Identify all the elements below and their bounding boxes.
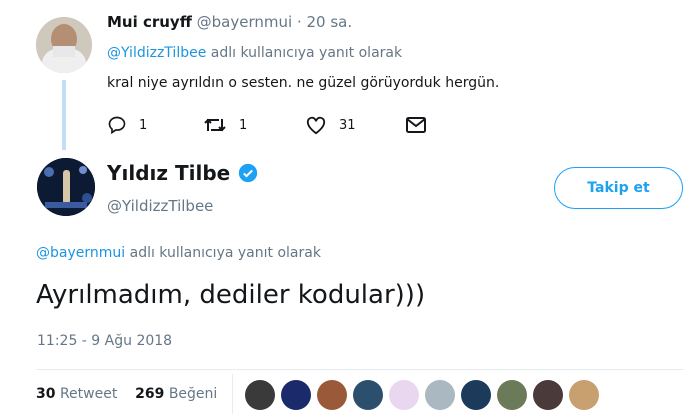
tweet-stats: 30 Retweet 269 Beğeni [36, 386, 217, 402]
likes-stat[interactable]: 269 Beğeni [135, 386, 217, 402]
liker-avatar-10[interactable] [569, 380, 599, 410]
liker-avatar-8[interactable] [497, 380, 527, 410]
main-author-handle[interactable]: @YildizzTilbee [107, 197, 213, 215]
reply-tweet-actions: 1 1 31 [107, 113, 437, 137]
liker-avatar-6[interactable] [425, 380, 455, 410]
message-icon [406, 117, 426, 133]
reply-context: @YildizzTilbee adlı kullanıcıya yanıt ol… [107, 45, 402, 61]
likes-label: Beğeni [168, 386, 218, 402]
reply-time[interactable]: 20 sa. [307, 13, 353, 31]
main-author-avatar[interactable] [37, 158, 95, 216]
thread-line [62, 80, 66, 150]
follow-button[interactable]: Takip et [554, 167, 683, 209]
main-tweet-text: Ayrılmadım, dediler kodular))) [36, 280, 426, 310]
like-icon [306, 116, 326, 135]
reply-context-suffix: adlı kullanıcıya yanıt olarak [210, 45, 403, 61]
tweet-timestamp[interactable]: 11:25 - 9 Ağu 2018 [37, 333, 172, 349]
main-reply-mention-link[interactable]: @bayernmui [36, 245, 125, 261]
liker-avatar-4[interactable] [353, 380, 383, 410]
reply-author-avatar[interactable] [36, 17, 92, 73]
main-author-name[interactable]: Yıldız Tilbe [107, 161, 230, 185]
liker-avatar-5[interactable] [389, 380, 419, 410]
liker-avatar-2[interactable] [281, 380, 311, 410]
like-count: 31 [339, 117, 356, 133]
dot-separator: · [296, 13, 302, 31]
main-reply-context-suffix: adlı kullanıcıya yanıt olarak [129, 245, 321, 261]
liker-avatar-7[interactable] [461, 380, 491, 410]
reply-count: 1 [139, 117, 148, 133]
like-action[interactable]: 31 [305, 113, 356, 137]
retweets-label: Retweet [59, 386, 118, 402]
liker-avatar-1[interactable] [245, 380, 275, 410]
retweet-count: 1 [239, 117, 248, 133]
reply-tweet-text: kral niye ayrıldın o sesten. ne güzel gö… [107, 75, 500, 91]
liker-avatars [245, 380, 605, 414]
verified-badge-icon [239, 163, 258, 183]
reply-tweet-header: Mui cruyff @bayernmui · 20 sa. [107, 13, 352, 31]
retweet-icon [204, 118, 226, 132]
reply-mention-link[interactable]: @YildizzTilbee [107, 45, 206, 61]
direct-message-action[interactable] [405, 113, 427, 137]
retweets-count: 30 [36, 386, 56, 402]
liker-avatar-9[interactable] [533, 380, 563, 410]
liker-avatar-3[interactable] [317, 380, 347, 410]
retweet-action[interactable]: 1 [203, 113, 247, 137]
retweets-stat[interactable]: 30 Retweet [36, 386, 117, 402]
stats-separator [232, 374, 233, 414]
stats-divider [36, 369, 684, 370]
reply-icon [108, 116, 126, 135]
reply-action[interactable]: 1 [107, 113, 147, 137]
reply-author-handle[interactable]: @bayernmui [197, 13, 293, 31]
likes-count: 269 [135, 386, 165, 402]
main-reply-context: @bayernmui adlı kullanıcıya yanıt olarak [36, 245, 321, 261]
reply-author-name[interactable]: Mui cruyff [107, 13, 192, 31]
main-author-name-row: Yıldız Tilbe [107, 161, 258, 185]
